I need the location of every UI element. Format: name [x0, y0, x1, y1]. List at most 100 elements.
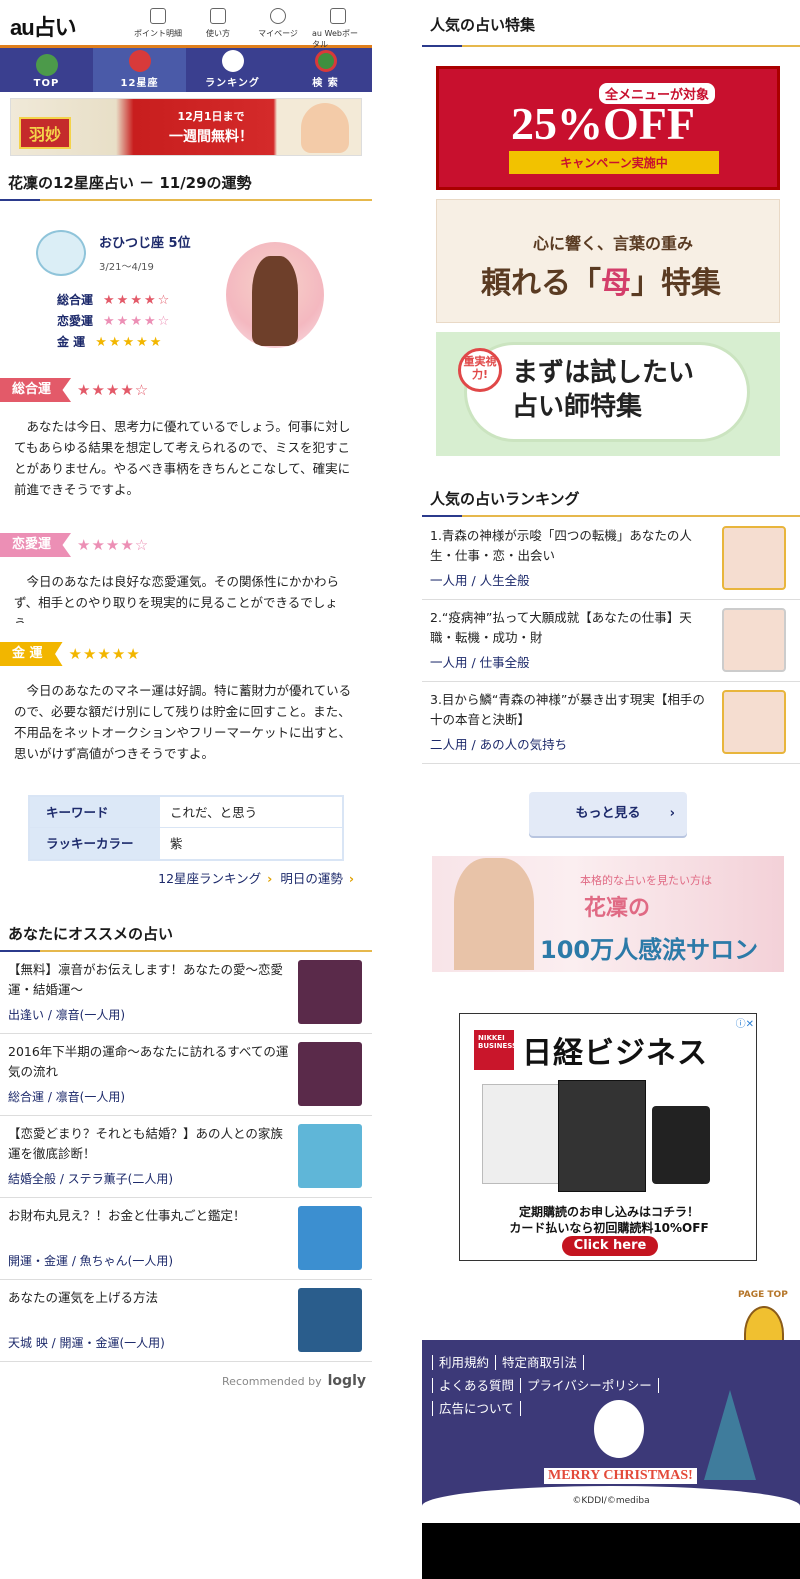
recommend-list: 【無料】凛音がお伝えします！あなたの愛〜恋愛運・結婚運〜 出逢い / 凛音(一人用… [0, 952, 372, 1362]
keyword-value: これだ、と思う [170, 805, 258, 820]
aries-sheep-icon [36, 230, 86, 276]
footer-link[interactable]: 広告について [432, 1401, 521, 1416]
banner-text: 12月1日まで 一週間無料！ [137, 107, 285, 147]
link-tomorrow[interactable]: 明日の運勢 [280, 871, 343, 886]
ad-brand: NIKKEI BUSINESS 日経ビジネス [474, 1026, 744, 1074]
tab-ranking-label: ランキング [205, 78, 260, 89]
logo[interactable]: au占い [10, 10, 77, 42]
item-thumbnail [298, 1042, 362, 1106]
try-feature-banner[interactable]: 重実視力! まずは試したい 占い師特集 [436, 332, 780, 456]
footer-links-row2: よくある質問 プライバシーポリシー [432, 1375, 659, 1394]
link-ranking[interactable]: 12星座ランキング [158, 871, 261, 886]
chevron-right-icon: › [669, 806, 675, 821]
mother-feature-banner[interactable]: 心に響く、言葉の重み 頼れる「母」特集 [436, 199, 780, 323]
try-text: まずは試したい 占い師特集 [512, 356, 694, 424]
xmas-message: MERRY CHRISTMAS! [544, 1468, 697, 1484]
ranking-title: 人気の占いランキング [422, 478, 800, 517]
mother-line2b: 母 [601, 266, 631, 301]
bear-icon [221, 50, 244, 72]
more-button-label: もっと見る [575, 806, 641, 821]
item-meta: 天城 映 / 開運・金運(一人用) [8, 1336, 165, 1350]
logly-credit: Recommended by logly [0, 1373, 366, 1389]
nikkei-ad[interactable]: ⓘ✕ NIKKEI BUSINESS 日経ビジネス 定期購読のお申し込みはコチラ！… [459, 1013, 757, 1261]
salon-line1: 本格的な占いを見たい方は [580, 874, 712, 887]
more-button[interactable]: もっと見る › [529, 792, 687, 836]
tab-search-label: 検 索 [312, 78, 339, 89]
rating-stars: ★★★★★ [95, 335, 164, 350]
credit-brand[interactable]: logly [328, 1373, 366, 1389]
item-thumbnail [298, 1124, 362, 1188]
magazine-image [482, 1084, 562, 1184]
salon-banner[interactable]: 本格的な占いを見たい方は 花凜の 100万人感涙サロン [432, 856, 784, 972]
tab-top[interactable]: TOP [0, 48, 93, 92]
footer-links-row3: 広告について [432, 1398, 521, 1417]
footer-link[interactable]: よくある質問 [432, 1378, 521, 1393]
right-column: 人気の占い特集 [422, 0, 800, 47]
list-item[interactable]: お財布丸見え？！お金と仕事丸ごと鑑定！ 開運・金運 / 魚ちゃん(一人用) [0, 1198, 372, 1280]
rating-row: 金 運 ★★★★★ [57, 332, 171, 353]
list-item[interactable]: あなたの運気を上げる方法 天城 映 / 開運・金運(一人用) [0, 1280, 372, 1362]
header-nav: ポイント明細 使い方 マイページ au Webポータル [132, 8, 364, 50]
ranking-list: 1.青森の神様が示唆「四つの転機」あなたの人生・仕事・恋・出会い一人用 / 人生… [422, 518, 800, 764]
ad-text: 定期購読のお申し込みはコチラ！ カード払いなら初回購読料10%OFF [460, 1204, 758, 1236]
item-thumbnail [722, 608, 786, 672]
item-title: 1.青森の神様が示唆「四つの転機」あなたの人生・仕事・恋・出会い [430, 528, 692, 563]
salon-line3: 100万人感涙サロン [540, 936, 759, 964]
recommend-title: あなたにオススメの占い [0, 915, 372, 952]
item-title: 【無料】凛音がお伝えします！あなたの愛〜恋愛運・結婚運〜 [8, 962, 284, 997]
list-item[interactable]: 1.青森の神様が示唆「四つの転機」あなたの人生・仕事・恋・出会い一人用 / 人生… [422, 518, 800, 600]
fortune-tag: 金 運 [0, 642, 63, 666]
keyword-table: キーワード これだ、と思う ラッキーカラー紫 [28, 795, 344, 861]
list-item[interactable]: 2.“疫病神”払って大願成就【あなたの仕事】天職・転機・成功・財 一人用 / 仕事… [422, 600, 800, 682]
tab-12-signs[interactable]: 12星座 [93, 48, 186, 92]
fortune-teller-photo [301, 103, 349, 153]
ad-cta-button[interactable]: Click here [562, 1236, 658, 1256]
ad-line1: 定期購読のお申し込みはコチラ！ [518, 1205, 699, 1219]
tab-top-label: TOP [33, 78, 60, 89]
item-title: お財布丸見え？！お金と仕事丸ごと鑑定！ [8, 1208, 246, 1223]
list-item[interactable]: 【恋愛どまり？それとも結婚？】あの人との家族運を徹底診断！ 結婚全般 / ステラ薫… [0, 1116, 372, 1198]
sale-banner[interactable]: 全メニューが対象 25%OFF キャンペーン実施中 [436, 66, 780, 190]
rating-label: 金 運 [57, 335, 86, 349]
book-icon [210, 8, 226, 24]
tab-search[interactable]: 検 索 [279, 48, 372, 92]
footer-link[interactable]: プライバシーポリシー [520, 1378, 659, 1393]
nav-points[interactable]: ポイント明細 [132, 8, 184, 50]
fortune-love: 恋愛運 ★★★★☆ 今日のあなたは良好な恋愛運気。その関係性にかかわらず、相手との… [0, 533, 372, 623]
banner-line2: 一週間無料！ [169, 129, 253, 145]
footer-link[interactable]: 特定商取引法 [495, 1355, 585, 1370]
credit-text: Recommended by [222, 1375, 322, 1388]
rating-stars: ★★★★☆ [103, 314, 172, 329]
nav-portal[interactable]: au Webポータル [312, 8, 364, 50]
fortune-tag: 恋愛運 [0, 533, 72, 557]
item-title: 2016年下半期の運命〜あなたに訪れるすべての運気の流れ [8, 1044, 289, 1079]
list-item[interactable]: 2016年下半期の運命〜あなたに訪れるすべての運気の流れ 総合運 / 凛音(一人用… [0, 1034, 372, 1116]
rating-stars: ★★★★☆ [103, 293, 172, 308]
item-meta: 一人用 / 人生全般 [430, 573, 530, 588]
popular-title: 人気の占い特集 [422, 0, 800, 47]
fortune-money: 金 運 ★★★★★ 今日のあなたのマネー運は好調。特に蓄財力が優れているので、必要… [0, 642, 372, 764]
pagetop-label[interactable]: PAGE TOP [738, 1290, 788, 1300]
ad-logo-box: NIKKEI BUSINESS [474, 1030, 517, 1070]
tab-ranking[interactable]: ランキング [186, 48, 279, 92]
tab-12-signs-label: 12星座 [120, 78, 159, 89]
fortune-text: あなたは今日、思考力に優れているでしょう。何事に対してもあらゆる結果を想定して考… [14, 419, 351, 497]
footer-link[interactable]: 利用規約 [432, 1355, 496, 1370]
list-item[interactable]: 【無料】凛音がお伝えします！あなたの愛〜恋愛運・結婚運〜 出逢い / 凛音(一人用… [0, 952, 372, 1034]
item-thumbnail [722, 526, 786, 590]
list-icon [150, 8, 166, 24]
item-meta: 結婚全般 / ステラ薫子(二人用) [8, 1172, 174, 1186]
lucky-color-label: ラッキーカラー [30, 828, 160, 859]
chevron-right-icon: › [348, 871, 354, 886]
rating-label: 恋愛運 [57, 314, 94, 328]
banner-line1: 12月1日まで [177, 110, 245, 123]
rating-row: 恋愛運 ★★★★☆ [57, 311, 171, 332]
list-item[interactable]: 3.目から鱗“青森の神様”が暴き出す現実【相手の十の本音と決断】 二人用 / あの… [422, 682, 800, 764]
nav-mypage[interactable]: マイページ [252, 8, 304, 50]
try-line2: 占い師特集 [512, 392, 643, 422]
fortune-general: 総合運 ★★★★☆ あなたは今日、思考力に優れているでしょう。何事に対してもあらゆ… [0, 378, 372, 500]
free-week-banner[interactable]: 羽妙 12月1日まで 一週間無料！ [10, 98, 362, 156]
try-circle: 重実視力! [458, 348, 502, 392]
nav-howto[interactable]: 使い方 [192, 8, 244, 50]
gift-icon [128, 50, 151, 72]
